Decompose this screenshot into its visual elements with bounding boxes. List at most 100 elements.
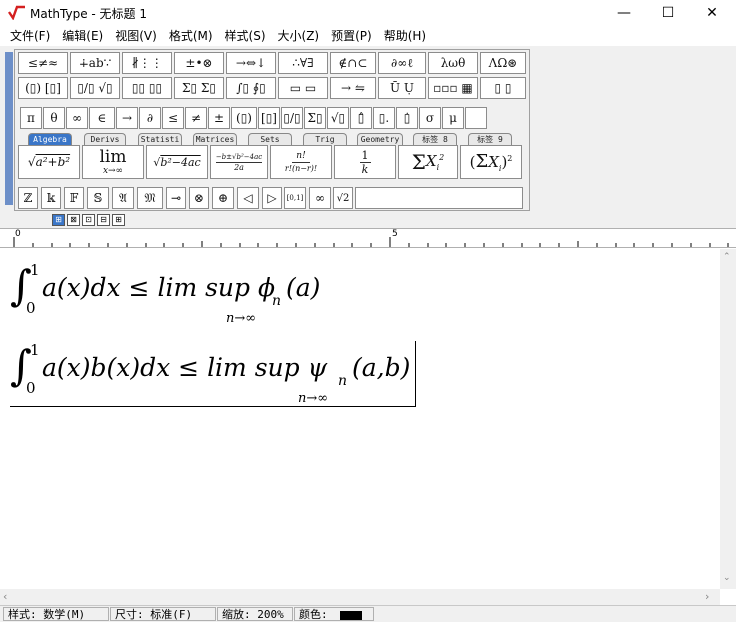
fraktur-m-symbol-button[interactable]: 𝔐 <box>137 187 163 209</box>
menu-preferences[interactable]: 预置(P) <box>325 26 378 46</box>
empty-slot-button[interactable] <box>465 107 487 129</box>
scroll-left-icon[interactable]: ‹ <box>3 590 7 603</box>
brackets-button[interactable]: [▯] <box>258 107 280 129</box>
dot-accent-button[interactable]: ▯̇ <box>396 107 418 129</box>
relations-palette-button[interactable]: ≤≠≈ <box>18 52 68 74</box>
not-equal-button[interactable]: ≠ <box>185 107 207 129</box>
right-triangle-symbol-button[interactable]: ▷ <box>262 187 282 209</box>
right-arrow-button[interactable]: → <box>116 107 138 129</box>
infinity-symbol-button[interactable]: ∞ <box>309 187 331 209</box>
element-of-button[interactable]: ∈ <box>89 107 115 129</box>
less-equal-button[interactable]: ≤ <box>162 107 184 129</box>
equation-2[interactable]: ∫ 1 0 a(x)b(x)dx ≤ lim sup ψ n (a,b) n→∞ <box>10 341 416 407</box>
plus-minus-button[interactable]: ± <box>208 107 230 129</box>
template-square-of-sum[interactable]: (ΣXi)2 <box>460 145 522 179</box>
oplus-symbol-button[interactable]: ⊕ <box>212 187 234 209</box>
bar-tab-4[interactable]: ⊟ <box>97 214 110 226</box>
template-limit[interactable]: lim x→∞ <box>82 145 144 179</box>
bar-tab-2[interactable]: ⊠ <box>67 214 80 226</box>
tab-algebra[interactable]: Algebra <box>28 133 72 145</box>
sigma-button[interactable]: σ <box>419 107 441 129</box>
sums-palette-button[interactable]: Σ▯ Σ▯ <box>174 77 224 99</box>
left-triangle-symbol-button[interactable]: ◁ <box>237 187 259 209</box>
fraktur-a-symbol-button[interactable]: 𝔄 <box>112 187 134 209</box>
tab-statistics[interactable]: Statisti <box>138 133 182 145</box>
color-swatch[interactable] <box>340 610 363 620</box>
horizontal-scrollbar[interactable]: ‹ › <box>0 589 720 605</box>
fraction-button[interactable]: ▯/▯ <box>281 107 303 129</box>
products-palette-button[interactable]: Ū Ụ <box>378 77 426 99</box>
embellishments-palette-button[interactable]: ∦⋮⋮ <box>122 52 172 74</box>
minimize-button[interactable]: — <box>602 0 646 26</box>
close-button[interactable]: ✕ <box>690 0 734 26</box>
sqrt-button[interactable]: √▯ <box>327 107 349 129</box>
labeled-arrows-palette-button[interactable]: → ⇋ <box>330 77 376 99</box>
menu-style[interactable]: 样式(S) <box>219 26 272 46</box>
template-combination[interactable]: n! r!(n−r)! <box>270 145 332 179</box>
set-s-symbol-button[interactable]: 𝕊 <box>87 187 109 209</box>
subscript-button[interactable]: ▯. <box>373 107 395 129</box>
greek-lower-palette-button[interactable]: λωθ <box>428 52 478 74</box>
spaces-palette-button[interactable]: ∔ab∵ <box>70 52 120 74</box>
fractions-palette-button[interactable]: ▯/▯ √▯ <box>70 77 120 99</box>
arrows-palette-button[interactable]: →⇔↓ <box>226 52 276 74</box>
bars-palette-button[interactable]: ▭ ▭ <box>278 77 328 99</box>
pi-button[interactable]: π <box>20 107 42 129</box>
operators-palette-button[interactable]: ±•⊗ <box>174 52 224 74</box>
mu-button[interactable]: μ <box>442 107 464 129</box>
theta-button[interactable]: θ <box>43 107 65 129</box>
template-reciprocal[interactable]: 1k <box>334 145 396 179</box>
menu-size[interactable]: 大小(Z) <box>272 26 326 46</box>
tab-sets[interactable]: Sets <box>248 133 292 145</box>
sets-palette-button[interactable]: ∉∩⊂ <box>330 52 376 74</box>
scroll-up-icon[interactable]: ⌃ <box>723 252 731 262</box>
matrices-palette-button[interactable]: ▫▫▫ ▦ <box>428 77 478 99</box>
field-f-symbol-button[interactable]: 𝔽 <box>64 187 84 209</box>
misc-palette-button[interactable]: ∂∞ℓ <box>378 52 426 74</box>
multimap-symbol-button[interactable]: ⊸ <box>166 187 186 209</box>
tab-matrices[interactable]: Matrices <box>193 133 237 145</box>
fences-palette-button[interactable]: (▯) [▯] <box>18 77 68 99</box>
partial-button[interactable]: ∂ <box>139 107 161 129</box>
template-sum-squares[interactable]: Σ Xi2 <box>398 145 458 179</box>
scroll-down-icon[interactable]: ⌄ <box>723 573 731 583</box>
template-discriminant[interactable]: √b²−4ac <box>146 145 208 179</box>
palette-grip[interactable] <box>5 52 13 205</box>
otimes-symbol-button[interactable]: ⊗ <box>189 187 209 209</box>
scroll-right-icon[interactable]: › <box>705 590 709 603</box>
scripts-palette-button[interactable]: ▯▯ ▯▯ <box>122 77 172 99</box>
menu-edit[interactable]: 编辑(E) <box>56 26 109 46</box>
logic-palette-button[interactable]: ∴∀∃ <box>278 52 328 74</box>
menu-view[interactable]: 视图(V) <box>109 26 163 46</box>
interval-symbol-button[interactable]: [0,1] <box>284 187 306 209</box>
integrals-palette-button[interactable]: ∫▯ ∮▯ <box>226 77 276 99</box>
sum-template-button[interactable]: Σ▯ <box>304 107 326 129</box>
infinity-button[interactable]: ∞ <box>66 107 88 129</box>
template-pythagoras[interactable]: √a²+b² <box>18 145 80 179</box>
integers-symbol-button[interactable]: ℤ <box>18 187 38 209</box>
template-quadratic[interactable]: −b±√b²−4ac 2a <box>210 145 268 179</box>
tab-trig[interactable]: Trig <box>303 133 347 145</box>
tab-label-9[interactable]: 标签 9 <box>468 133 512 145</box>
equation-1[interactable]: ∫ 1 0 a(x)dx ≤ lim sup ϕ n (a) n→∞ <box>10 261 340 331</box>
boxes-palette-button[interactable]: ▯ ▯ <box>480 77 526 99</box>
menu-format[interactable]: 格式(M) <box>163 26 219 46</box>
bar-tab-5[interactable]: ⊞ <box>112 214 125 226</box>
bar-tab-1[interactable]: ⊞ <box>52 214 65 226</box>
equation-tail: (a) <box>286 273 321 302</box>
bar-tab-3[interactable]: ⊡ <box>82 214 95 226</box>
hat-button[interactable]: ▯̂ <box>350 107 372 129</box>
greek-upper-palette-button[interactable]: ΛΩ⊛ <box>480 52 526 74</box>
menu-help[interactable]: 帮助(H) <box>378 26 432 46</box>
tab-label-8[interactable]: 标签 8 <box>413 133 457 145</box>
vertical-scrollbar[interactable]: ⌃ ⌄ <box>720 249 736 589</box>
parentheses-button[interactable]: (▯) <box>231 107 257 129</box>
tab-geometry[interactable]: Geometry <box>357 133 403 145</box>
ruler[interactable]: 0 5 <box>0 228 736 248</box>
maximize-button[interactable]: ☐ <box>646 0 690 26</box>
menu-file[interactable]: 文件(F) <box>4 26 56 46</box>
tab-derivs[interactable]: Derivs <box>84 133 126 145</box>
field-k-symbol-button[interactable]: 𝕜 <box>41 187 61 209</box>
equation-editor[interactable]: ∫ 1 0 a(x)dx ≤ lim sup ϕ n (a) n→∞ ∫ 1 0… <box>0 249 720 589</box>
sqrt2-symbol-button[interactable]: √2 <box>333 187 353 209</box>
